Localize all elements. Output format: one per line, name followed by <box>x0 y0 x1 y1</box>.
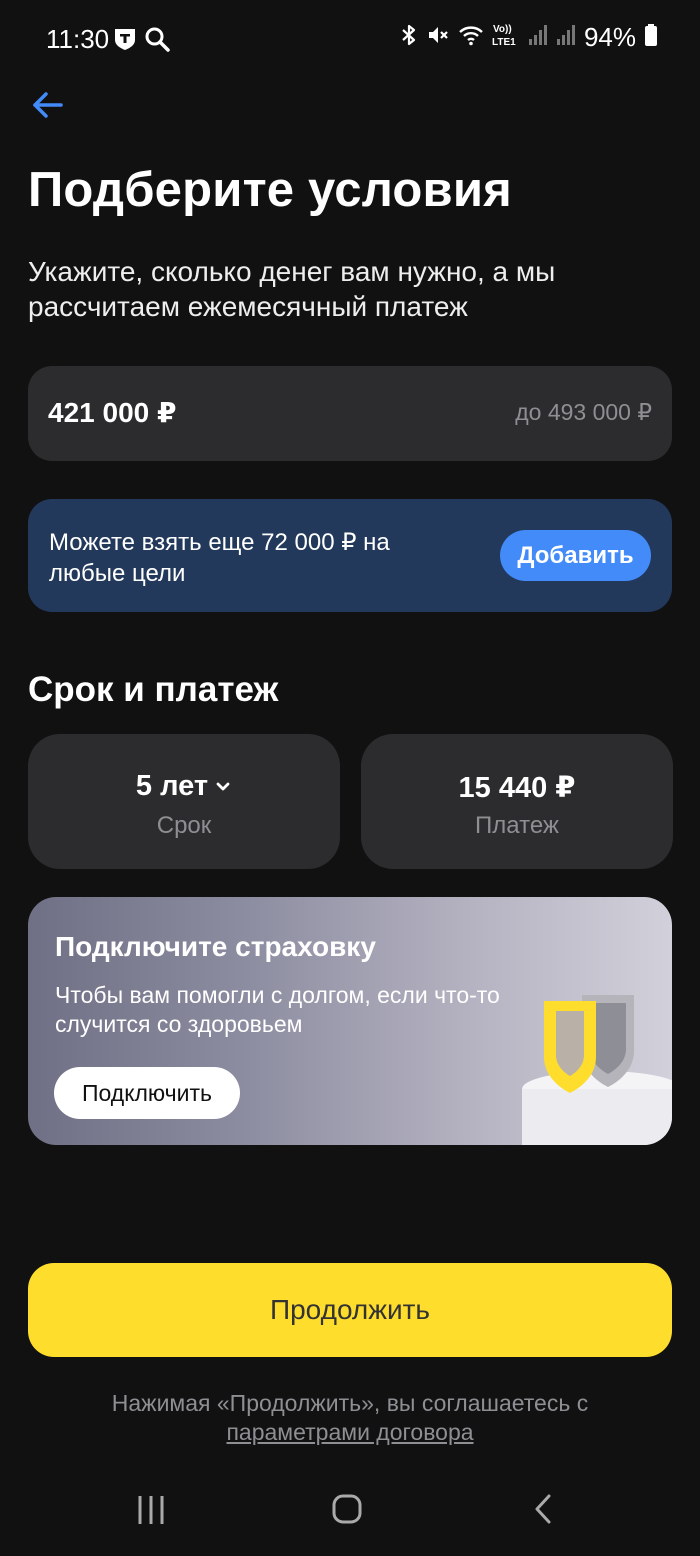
payment-selector[interactable]: 15 440 ₽ Платеж <box>361 734 673 869</box>
mute-icon <box>426 23 450 52</box>
wifi-icon <box>458 24 484 51</box>
term-selector[interactable]: 5 лет Срок <box>28 734 340 869</box>
signal-icon <box>528 24 548 51</box>
chevron-down-icon <box>216 782 230 790</box>
payment-label: Платеж <box>475 812 559 839</box>
back-button[interactable] <box>28 86 68 126</box>
tinkoff-notification-icon <box>114 27 136 56</box>
add-amount-button[interactable]: Добавить <box>500 530 651 581</box>
arrow-left-icon <box>33 92 63 118</box>
shield-icon <box>522 995 672 1145</box>
home-icon <box>332 1494 362 1524</box>
chevron-left-icon <box>535 1494 551 1524</box>
signal-icon <box>556 24 576 51</box>
status-time: 11:30 <box>46 24 110 54</box>
loan-amount-limit: до 493 000 ₽ <box>515 399 652 425</box>
term-label: Срок <box>156 812 212 839</box>
bluetooth-icon <box>400 23 418 52</box>
page-subtitle: Укажите, сколько денег вам нужно, а мы р… <box>28 256 556 322</box>
battery-icon <box>644 23 658 52</box>
recent-apps-icon <box>138 1496 164 1524</box>
continue-button[interactable]: Продолжить <box>28 1263 672 1357</box>
extra-amount-banner: Можете взять еще 72 000 ₽ на любые цели … <box>28 499 672 612</box>
page-title: Подберите условия <box>28 163 512 217</box>
insurance-card: Подключите страховку Чтобы вам помогли с… <box>28 897 672 1145</box>
system-back-button[interactable] <box>518 1488 568 1532</box>
loan-amount-input[interactable]: 421 000 ₽ до 493 000 ₽ <box>28 366 672 461</box>
insurance-description: Чтобы вам помогли с долгом, если что-то … <box>55 982 500 1037</box>
svg-text:Vo)): Vo)) <box>493 24 512 35</box>
recent-apps-button[interactable] <box>126 1488 176 1532</box>
battery-percentage: 94% <box>583 22 636 52</box>
status-bar: 11:30 Vo)) LTE1 94% <box>0 0 700 78</box>
payment-value: 15 440 ₽ <box>458 772 576 804</box>
contract-terms-link[interactable]: параметрами договора <box>226 1419 473 1445</box>
term-value: 5 лет <box>135 770 209 802</box>
agreement-text: Нажимая «Продолжить», вы соглашаетесь с … <box>50 1389 650 1447</box>
loan-amount-value: 421 000 ₽ <box>48 397 177 428</box>
extra-amount-text: Можете взять еще 72 000 ₽ на любые цели <box>49 529 390 587</box>
system-nav-bar <box>0 1466 700 1556</box>
connect-insurance-button[interactable]: Подключить <box>54 1067 240 1119</box>
volte-icon: Vo)) LTE1 <box>492 22 520 53</box>
svg-text:LTE1: LTE1 <box>492 37 516 48</box>
search-icon <box>144 26 170 57</box>
agreement-prefix: Нажимая «Продолжить», вы соглашаетесь с <box>111 1390 589 1416</box>
insurance-title: Подключите страховку <box>55 931 376 962</box>
term-payment-section-title: Срок и платеж <box>28 670 279 709</box>
home-button[interactable] <box>322 1488 372 1532</box>
